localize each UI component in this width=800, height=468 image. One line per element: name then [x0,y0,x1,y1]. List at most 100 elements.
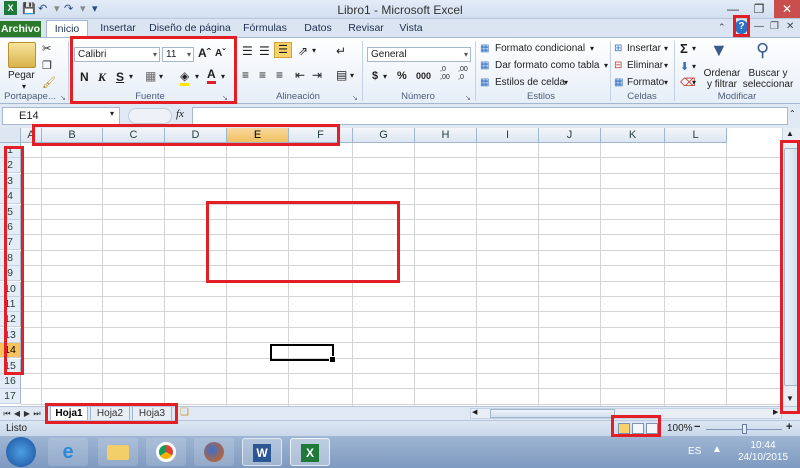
formula-input[interactable] [192,107,788,125]
tab-formulas[interactable]: Fórmulas [240,20,290,38]
format-painter-icon[interactable]: 🖌 [42,76,56,89]
find-select-icon[interactable]: ⚲ [756,40,769,61]
first-sheet-icon[interactable]: ⏮ [2,407,12,420]
orientation-icon[interactable]: ⇗ [298,44,308,58]
column-header-h[interactable]: H [415,128,477,143]
align-center-icon[interactable]: ≡ [259,68,266,82]
autosum-icon[interactable]: Σ [680,41,688,56]
row-header-16[interactable]: 16 [0,374,21,389]
column-header-l[interactable]: L [665,128,727,143]
internet-explorer-icon[interactable]: e [48,438,88,466]
scroll-up-icon[interactable]: ▲ [786,129,794,138]
format-as-table-button[interactable]: Dar formato como tabla [495,60,600,71]
number-format-combo[interactable]: General ▾ [367,47,471,62]
tab-file[interactable]: Archivo [0,21,41,37]
chevron-down-icon[interactable]: ▾ [590,44,594,53]
format-cells-button[interactable]: Formato [627,77,664,88]
percent-button[interactable]: % [397,70,407,82]
file-explorer-icon[interactable] [98,438,138,466]
insert-cells-icon[interactable]: ⊞ [614,43,622,54]
chevron-down-icon[interactable]: ▾ [564,78,568,87]
align-right-icon[interactable]: ≡ [276,68,283,82]
column-header-i[interactable]: I [477,128,539,143]
align-middle-icon[interactable]: ☰ [259,44,270,58]
row-header-17[interactable]: 17 [0,389,21,405]
excel-taskbar-icon[interactable]: X [290,438,330,466]
sort-filter-label-2[interactable]: y filtrar [702,79,742,90]
word-icon[interactable]: W [242,438,282,466]
cut-icon[interactable]: ✂ [42,42,51,55]
thousands-button[interactable]: 000 [416,71,431,81]
select-all-corner[interactable] [0,128,21,143]
minimize-ribbon-icon[interactable]: ⌃ [718,22,726,33]
column-header-g[interactable]: G [353,128,415,143]
zoom-slider-thumb[interactable] [742,424,747,434]
fill-icon[interactable]: ⬇ [680,60,689,73]
last-sheet-icon[interactable]: ⏭ [32,407,42,420]
formula-bar-resizer[interactable] [128,108,172,124]
insert-sheet-icon[interactable]: ❏ [180,407,189,418]
decrease-decimal-button[interactable]: ,00 ,0 [458,66,474,82]
merge-dropdown-icon[interactable]: ▾ [350,71,354,80]
delete-cells-icon[interactable]: ⊟ [614,60,622,71]
format-as-table-icon[interactable]: ▦ [480,60,489,71]
paste-button[interactable]: Pegar [8,70,35,81]
paste-dropdown-icon[interactable]: ▾ [22,82,26,91]
insert-cells-button[interactable]: Insertar [627,43,661,54]
clipboard-launcher-icon[interactable]: ↘ [60,94,66,102]
network-icon[interactable]: ▲ [712,444,722,455]
align-bottom-icon[interactable]: ☰ [274,42,292,58]
increase-indent-icon[interactable]: ⇥ [312,68,322,82]
chevron-down-icon[interactable]: ▾ [664,44,668,53]
windows-start-icon[interactable] [6,437,36,467]
currency-button[interactable]: $ [372,70,378,82]
cell-styles-icon[interactable]: ▦ [480,77,489,88]
format-cells-icon[interactable]: ▦ [614,77,623,88]
column-header-j[interactable]: J [539,128,601,143]
align-left-icon[interactable]: ≡ [242,68,249,82]
tab-review[interactable]: Revisar [344,20,388,38]
close-button[interactable]: ✕ [774,0,800,18]
conditional-format-icon[interactable]: ▦ [480,43,489,54]
merge-center-icon[interactable]: ▤ [336,68,347,82]
decrease-indent-icon[interactable]: ⇤ [295,68,305,82]
conditional-format-button[interactable]: Formato condicional [495,43,585,54]
find-select-label-2[interactable]: seleccionar [740,79,796,90]
name-box[interactable]: E14 [2,107,120,125]
expand-formula-bar-icon[interactable]: ⌃ [789,109,796,118]
active-cell[interactable] [270,344,336,363]
tab-data[interactable]: Datos [298,20,338,38]
chevron-down-icon[interactable]: ▾ [664,61,668,70]
align-top-icon[interactable]: ☰ [242,44,253,58]
chevron-down-icon[interactable]: ▾ [664,78,668,87]
scroll-right-icon[interactable]: ▶ [773,408,778,416]
zoom-level[interactable]: 100% [667,423,693,434]
cell-styles-button[interactable]: Estilos de celda [495,77,565,88]
chevron-down-icon[interactable]: ▾ [692,62,696,71]
scroll-left-icon[interactable]: ◀ [472,408,477,416]
firefox-icon[interactable] [194,438,234,466]
chevron-down-icon[interactable]: ▾ [692,44,696,53]
delete-cells-button[interactable]: Eliminar [627,60,663,71]
chevron-down-icon[interactable]: ▾ [692,78,696,87]
prev-sheet-icon[interactable]: ◀ [12,407,22,420]
zoom-in-button[interactable]: + [786,421,792,433]
paste-icon[interactable] [8,42,36,68]
workbook-minimize-icon[interactable]: — [754,21,764,32]
currency-dropdown-icon[interactable]: ▾ [383,72,387,81]
find-select-label[interactable]: Buscar y [745,68,791,79]
language-indicator[interactable]: ES [688,446,701,457]
column-header-k[interactable]: K [601,128,665,143]
increase-decimal-button[interactable]: ,0 ,00 [440,66,456,82]
workbook-restore-icon[interactable]: ❐ [770,21,779,32]
workbook-close-icon[interactable]: ✕ [786,21,794,32]
chrome-icon[interactable] [146,438,186,466]
sort-filter-icon[interactable]: ▼ [710,40,728,61]
alignment-launcher-icon[interactable]: ↘ [352,94,358,102]
chevron-down-icon[interactable]: ▾ [604,61,608,70]
horizontal-scroll-thumb[interactable] [490,409,615,418]
copy-icon[interactable]: ❐ [42,59,52,72]
wrap-text-icon[interactable]: ↵ [336,44,346,58]
next-sheet-icon[interactable]: ▶ [22,407,32,420]
number-launcher-icon[interactable]: ↘ [465,94,471,102]
